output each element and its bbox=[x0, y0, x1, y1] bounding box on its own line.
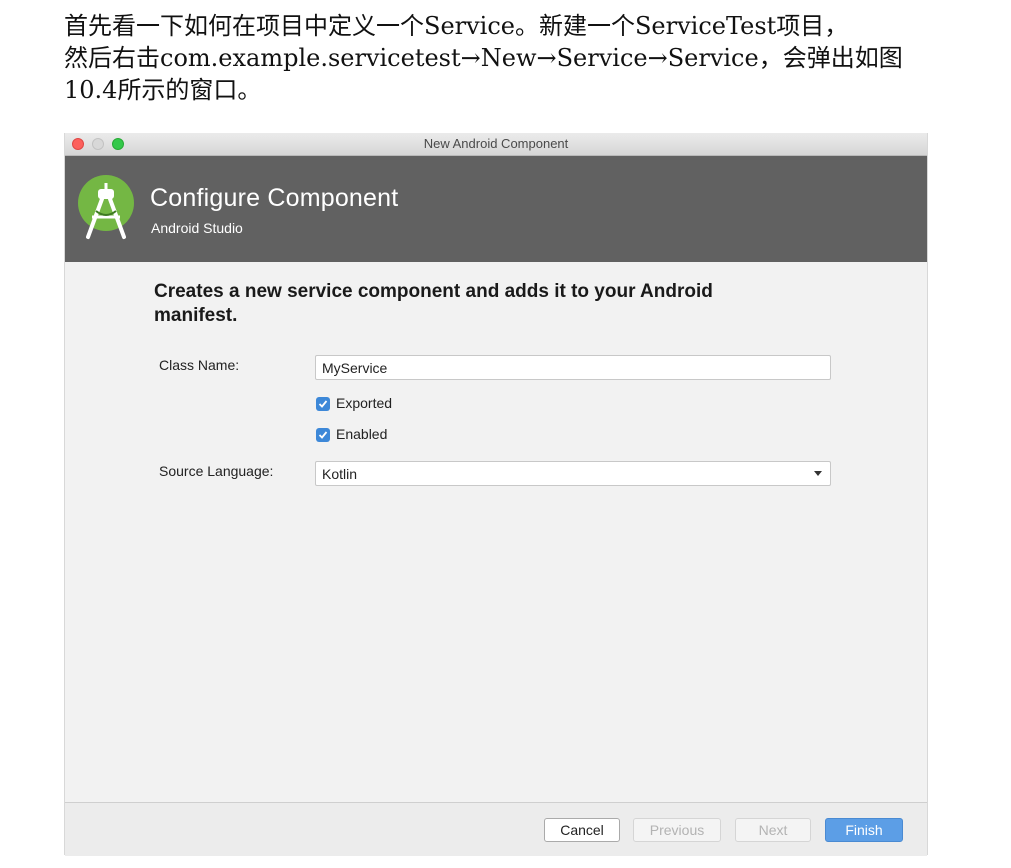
new-android-component-window: New Android Component Configure Componen… bbox=[64, 133, 928, 856]
finish-button[interactable]: Finish bbox=[825, 818, 903, 842]
document-line: 10.4所示的窗口。 bbox=[64, 76, 262, 104]
header-banner: Configure Component Android Studio bbox=[65, 156, 927, 262]
document-line: 然后右击com.example.servicetest→New→Service→… bbox=[64, 44, 903, 72]
button-bar: Cancel Previous Next Finish bbox=[65, 802, 927, 856]
source-language-label: Source Language: bbox=[159, 463, 274, 479]
next-button[interactable]: Next bbox=[735, 818, 811, 842]
dropdown-arrow-icon bbox=[814, 471, 822, 476]
source-language-select[interactable]: Kotlin bbox=[315, 461, 831, 486]
enabled-checkbox[interactable] bbox=[316, 428, 330, 442]
window-title: New Android Component bbox=[423, 136, 569, 151]
exported-checkbox[interactable] bbox=[316, 397, 330, 411]
class-name-input[interactable]: MyService bbox=[315, 355, 831, 380]
checkmark-icon bbox=[318, 431, 328, 439]
document-line: 首先看一下如何在项目中定义一个Service。新建一个ServiceTest项目… bbox=[64, 12, 849, 40]
android-studio-logo-icon bbox=[78, 175, 134, 239]
window-titlebar: New Android Component bbox=[65, 133, 927, 156]
class-name-label: Class Name: bbox=[159, 357, 240, 373]
cancel-button[interactable]: Cancel bbox=[544, 818, 620, 842]
form-heading: Creates a new service component and adds… bbox=[154, 281, 713, 326]
checkmark-icon bbox=[318, 400, 328, 408]
source-language-value: Kotlin bbox=[322, 466, 358, 482]
exported-label[interactable]: Exported bbox=[336, 395, 392, 411]
banner-subtitle: Android Studio bbox=[151, 220, 243, 236]
enabled-label[interactable]: Enabled bbox=[336, 426, 387, 442]
banner-title: Configure Component bbox=[150, 184, 399, 212]
document-text: 首先看一下如何在项目中定义一个Service。新建一个ServiceTest项目… bbox=[64, 10, 944, 106]
previous-button[interactable]: Previous bbox=[633, 818, 721, 842]
form-content: Creates a new service component and adds… bbox=[65, 262, 927, 802]
